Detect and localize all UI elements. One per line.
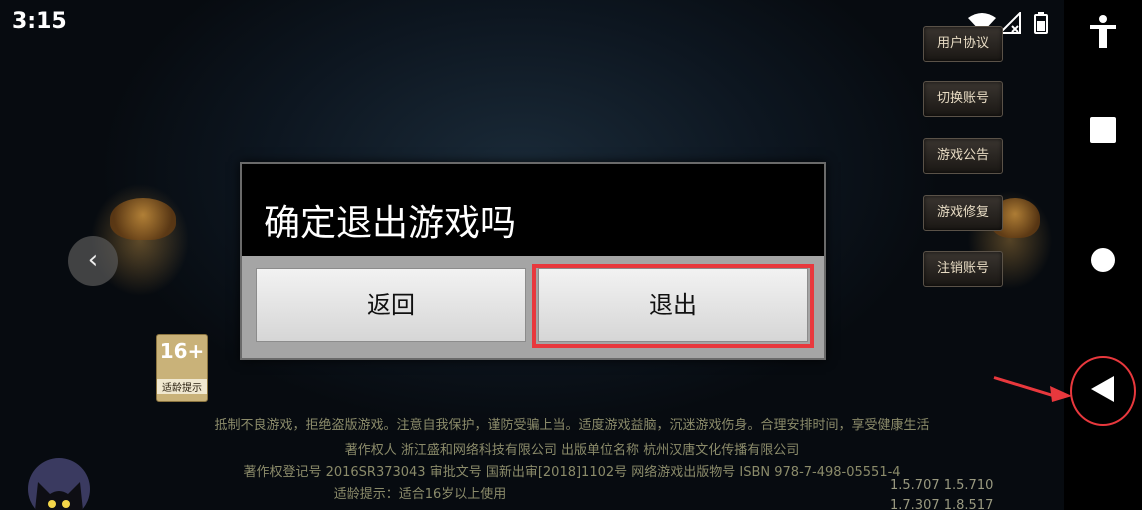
copyright-line: 著作权人 浙江盛和网络科技有限公司 出版单位名称 杭州汉唐文化传播有限公司 bbox=[344, 443, 800, 458]
dialog-title: 确定退出游戏吗 bbox=[264, 203, 517, 244]
back-button-highlight bbox=[1070, 356, 1136, 426]
exit-button[interactable]: 退出 bbox=[538, 268, 808, 342]
health-notice: 抵制不良游戏，拒绝盗版游戏。注意自我保护，谨防受骗上当。适度游戏益脑，沉迷游戏伤… bbox=[214, 418, 930, 433]
exit-dialog: 确定退出游戏吗 返回 退出 bbox=[240, 162, 826, 360]
left-lamp bbox=[110, 198, 176, 240]
game-screen: 3:15 用户协议 切换账号 游戏公告 游戏修复 注销账号 ‹ 16+ 适龄提示… bbox=[0, 0, 1064, 510]
age-rating-number: 16+ bbox=[159, 339, 205, 363]
age-line: 适龄提示：适合16岁以上使用 bbox=[333, 487, 507, 502]
game-back-button[interactable]: ‹ bbox=[68, 236, 118, 286]
status-bar: 3:15 bbox=[0, 0, 1064, 44]
chevron-left-icon: ‹ bbox=[87, 245, 99, 275]
recents-icon[interactable] bbox=[1064, 116, 1142, 148]
dialog-actions: 返回 退出 bbox=[242, 256, 824, 358]
menu-deregister-account[interactable]: 注销账号 bbox=[923, 251, 1003, 287]
version-line-1: 1.5.707 1.5.710 bbox=[890, 478, 994, 493]
version-info: 1.5.707 1.5.710 1.7.307 1.8.517 bbox=[890, 476, 993, 510]
navigation-bar bbox=[1064, 0, 1142, 510]
age-rating-label: 适龄提示 bbox=[157, 379, 207, 394]
battery-icon bbox=[1034, 12, 1048, 40]
return-button[interactable]: 返回 bbox=[256, 268, 526, 342]
arrow-head-icon bbox=[1050, 386, 1072, 402]
status-time: 3:15 bbox=[12, 9, 67, 34]
menu-announcement[interactable]: 游戏公告 bbox=[923, 138, 1003, 174]
menu-user-agreement[interactable]: 用户协议 bbox=[923, 26, 1003, 62]
version-line-2: 1.7.307 1.8.517 bbox=[890, 498, 994, 510]
home-icon[interactable] bbox=[1064, 246, 1142, 278]
menu-repair[interactable]: 游戏修复 bbox=[923, 195, 1003, 231]
menu-switch-account[interactable]: 切换账号 bbox=[923, 81, 1003, 117]
age-rating-badge: 16+ 适龄提示 bbox=[156, 334, 208, 402]
accessibility-icon[interactable] bbox=[1064, 14, 1142, 54]
